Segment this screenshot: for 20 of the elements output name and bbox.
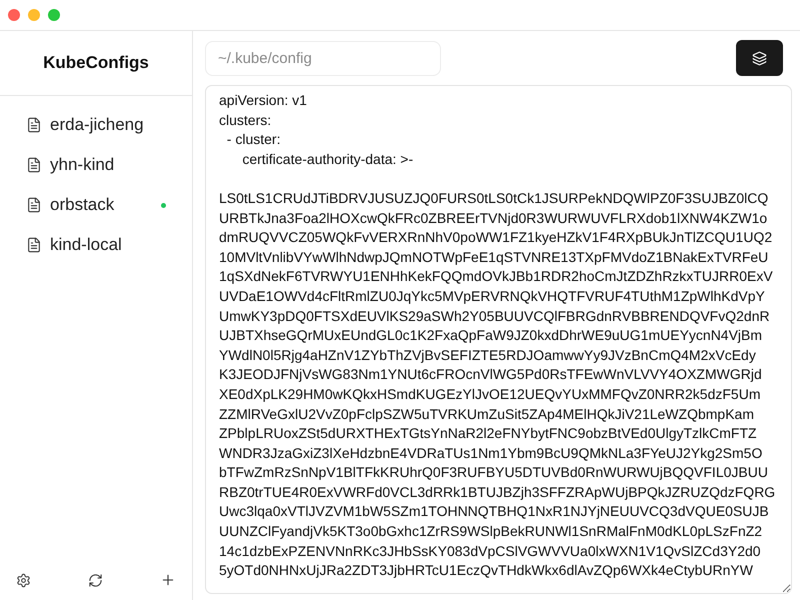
settings-icon (16, 572, 31, 588)
refresh-icon (88, 572, 103, 588)
refresh-button[interactable] (88, 572, 103, 588)
path-field[interactable]: ~/.kube/config (205, 40, 441, 76)
layers-button[interactable] (736, 40, 783, 76)
document-icon (26, 197, 42, 213)
config-item[interactable]: orbstack (12, 185, 180, 225)
config-item[interactable]: yhn-kind (12, 145, 180, 185)
config-editor[interactable]: apiVersion: v1 clusters: - cluster: certificate-authority-data: >- LS0tLS1CRUdJTiBDRVJUSUZJQ0FURS0tLS0tCk1JSURPekNDQWlPZ0F3SUJBZ0lCQ URBTkJna3Foa2lHOXcwQkFRc0ZBREErTVNjd0R3WURWUVFLRXdob1lXNW4KZW1o dmRUQVVCZ05WQkFvVERXRnNhV0poWW1FZ1kyeHZkV1F4RXpBUkJnTlZCQU1UQ2 10MVltVnlibVYwWlhNdwpJQmNOTWpFeE1qSTVNRE13TXpFMVdoZ1BNakExTVRFeU 1qSXdNekF6TVRWYU1ENHhKekFQQmdOVkJBb1RDR2hoCmJtZDZhRzkxTUJRR0ExV UVDaE1OWVd4cFltRmlZU0JqYkc5MVpERVRNQkVHQTFVRUF4TUthM1ZpWlhKdVpY UmwKY3pDQ0FTSXdEUVlKS29aSWh2Y05BUUVCQlFBRGdnRVBBRENDQVFvQ2dnR UJBTXhseGQrMUxEUndGL0c1K2FxaQpFaW9JZ0kxdDhrWE9uUG1mUEYycnN4VjBm YWdlN0l5Rjg4aHZnV1ZYbThZVjBvSEFIZTE5RDJOamwwYy9JVzBnCmQ4M2xVcEdy K3JEODJFNjVsWG83Nm1YNUt6cFROcnVlWG5Pd0RsTFEwWnVLVVY4OXZMWGRjd XE0dXpLK29HM0wKQkxHSmdKUGEzYlJvOE12UEQvYUxMMFQvZ0NRR2k5dzF5Um ZZMlRVeGxlU2VvZ0pFclpSZW5uTVRKUmZuSit5ZAp4MElHQkJiV21LeWZQbmpKam ZPblpLRUoxZSt5dURXTHExTGtsYnNaR2l2eFNYbytFNC9obzBtVEd0UlgyTzlkCmFTZ WNDR3JzaGxiZ3lXeHdzbnE4VDRaTUs1Nm1Ybm9BcU9QMkNLa3FYeUJ2Ykg2Sm5O bTFwZmRzSnNpV1BlTFkKRUhrQ0F3RUFBYU5DTUVBd0RnWURWUjBQQVFIL0JBUU RBZ0trTUE4R0ExVWRFd0VCL3dRRk1BTUJBZjh3SFFZRApWUjBPQkJZRUZQdzFQRG Uwc3lqa0xVTlJVZVM1bW5SZm1TOHNNQTBHQ1NxR1NJYjNEUUVCQ3dVQUE0SUJB UUNZClFyandjVk5KT3o0bGxhc1ZrRS9WSlpBekRUNWl1SnRMalFnM0dKL0pLSzFnZ2 14c1dzbExPZENVNnRKc3JHbSsKY083dVpCSlVGWVVUa0lxWXN1V1QvSlZCd3Y2d0 5yOTd0NHNxUjJRa2ZDT3JjbHRTcU1EczQvTHdkWkx6dlAvZQp6WXk4eCtybURnYW (205, 85, 792, 594)
app-title: KubeConfigs (43, 53, 149, 73)
config-item[interactable]: erda-jicheng (12, 105, 180, 145)
document-icon (26, 157, 42, 173)
document-icon (26, 237, 42, 253)
document-icon (26, 117, 42, 133)
layers-icon (752, 50, 767, 66)
config-item[interactable]: kind-local (12, 225, 180, 265)
plus-icon (160, 572, 176, 588)
settings-button[interactable] (16, 572, 31, 588)
close-window-button[interactable] (8, 9, 20, 21)
add-button[interactable] (160, 572, 176, 588)
